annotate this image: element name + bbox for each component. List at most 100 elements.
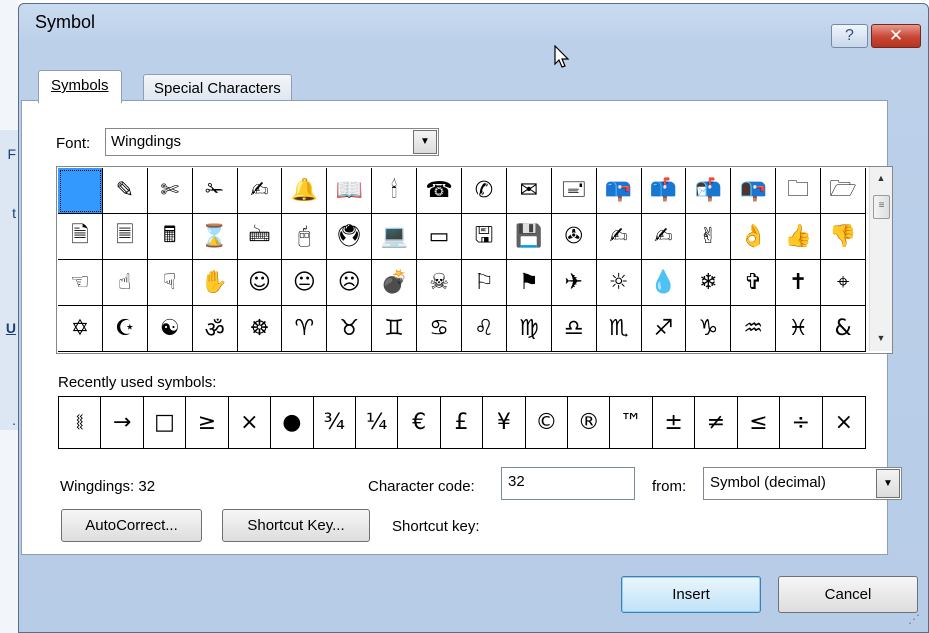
recent-symbol-cell[interactable]: ⧛ (59, 397, 102, 448)
symbol-cell[interactable]: ♓ (776, 306, 822, 352)
recent-symbol-cell[interactable]: → (101, 397, 144, 448)
symbol-cell[interactable]: ☝ (102, 260, 148, 306)
symbol-cell[interactable]: ☟ (147, 260, 193, 306)
symbol-cell[interactable]: ✎ (102, 168, 148, 214)
resize-grip-icon[interactable]: ⋰ (908, 612, 920, 626)
symbol-cell[interactable]: 💧 (641, 260, 687, 306)
symbol-cell[interactable]: ✄ (147, 168, 193, 214)
symbol-cell[interactable]: ॐ (192, 306, 238, 352)
symbol-cell[interactable]: 🖲 (327, 214, 373, 260)
recent-symbol-cell[interactable]: ® (568, 397, 611, 448)
symbol-cell[interactable]: ☯ (147, 306, 193, 352)
recent-symbol-cell[interactable]: × (823, 397, 865, 448)
symbol-cell[interactable]: 🔔 (282, 168, 328, 214)
symbol-cell[interactable]: 💾 (506, 214, 552, 260)
symbol-cell[interactable]: ❄ (686, 260, 732, 306)
symbol-cell[interactable]: ♒ (731, 306, 777, 352)
symbol-cell[interactable]: ✈ (551, 260, 597, 306)
symbol-cell[interactable]: ✍ (596, 214, 642, 260)
symbol-cell[interactable]: ✋ (192, 260, 238, 306)
symbol-cell[interactable]: 🖫 (462, 214, 507, 260)
cancel-button[interactable]: Cancel (778, 576, 918, 613)
symbol-cell[interactable] (58, 168, 103, 214)
symbol-cell[interactable]: & (821, 306, 866, 352)
symbol-cell[interactable]: 💻 (372, 214, 418, 260)
symbol-cell[interactable]: ♊ (372, 306, 418, 352)
symbol-cell[interactable]: ☼ (596, 260, 642, 306)
symbol-cell[interactable]: ☎ (417, 168, 462, 214)
symbol-cell[interactable]: 💣 (372, 260, 418, 306)
symbol-cell[interactable]: ☸ (237, 306, 283, 352)
symbol-cell[interactable]: ☹ (327, 260, 373, 306)
symbol-cell[interactable]: 📖 (327, 168, 373, 214)
recently-used-symbols[interactable]: ⧛ → □ ≥ × ● ¾ ¼ € £ ¥ © ® ™ ± ≠ ≤ ÷ × (58, 396, 866, 449)
scroll-down-arrow-icon[interactable]: ▼ (870, 333, 892, 343)
font-dropdown[interactable]: Wingdings ▼ (105, 128, 439, 156)
recent-symbol-cell[interactable]: ¥ (483, 397, 526, 448)
from-dropdown[interactable]: Symbol (decimal) ▼ (703, 467, 902, 500)
symbol-cell[interactable]: ✝ (776, 260, 822, 306)
recent-symbol-cell[interactable]: × (229, 397, 272, 448)
symbol-cell[interactable]: 🗏 (102, 214, 148, 260)
scroll-up-arrow-icon[interactable]: ▲ (870, 173, 892, 183)
chevron-down-icon[interactable]: ▼ (876, 469, 900, 498)
symbol-cell[interactable]: 🖃 (551, 168, 597, 214)
shortcut-key-button[interactable]: Shortcut Key... (222, 509, 370, 542)
autocorrect-button[interactable]: AutoCorrect... (61, 509, 202, 542)
recent-symbol-cell[interactable]: ™ (610, 397, 653, 448)
symbol-cell[interactable]: ✍ (237, 168, 283, 214)
symbol-cell[interactable]: 🖩 (147, 214, 193, 260)
close-button[interactable]: ✕ (871, 24, 921, 48)
symbol-cell[interactable]: ✁ (192, 168, 238, 214)
symbol-cell[interactable]: 🗎 (58, 214, 103, 260)
symbol-cell[interactable]: ✡ (58, 306, 103, 352)
character-code-input[interactable]: 32 (501, 467, 635, 500)
symbol-cell[interactable]: ⚑ (506, 260, 552, 306)
help-button[interactable]: ? (831, 24, 868, 48)
symbol-cell[interactable]: ☪ (102, 306, 148, 352)
symbol-cell[interactable]: 📫 (641, 168, 687, 214)
recent-symbol-cell[interactable]: ≥ (186, 397, 229, 448)
symbol-cell[interactable]: 📭 (731, 168, 777, 214)
recent-symbol-cell[interactable]: ¾ (314, 397, 356, 448)
symbol-cell[interactable]: ▭ (417, 214, 462, 260)
recent-symbol-cell[interactable]: € (398, 397, 441, 448)
symbol-cell[interactable]: 😐 (282, 260, 328, 306)
recent-symbol-cell[interactable]: ≤ (738, 397, 781, 448)
recent-symbol-cell[interactable]: ¼ (356, 397, 399, 448)
symbol-cell[interactable]: 👎 (821, 214, 866, 260)
symbol-cell[interactable]: ☠ (417, 260, 462, 306)
symbol-cell[interactable]: 🗀 (776, 168, 822, 214)
symbol-cell[interactable]: ⌛ (192, 214, 238, 260)
recent-symbol-cell[interactable]: £ (441, 397, 484, 448)
title-bar[interactable]: Symbol ? ✕ (19, 4, 928, 48)
symbol-cell[interactable]: ♑ (686, 306, 732, 352)
symbol-cell[interactable]: ⚐ (462, 260, 507, 306)
tab-symbols[interactable]: Symbols (38, 70, 122, 103)
symbol-cell[interactable]: ♍ (506, 306, 552, 352)
symbol-cell[interactable]: ♉ (327, 306, 373, 352)
recent-symbol-cell[interactable]: ± (653, 397, 696, 448)
recent-symbol-cell[interactable]: □ (144, 397, 187, 448)
symbol-cell[interactable]: 🖰 (282, 214, 328, 260)
insert-button[interactable]: Insert (621, 576, 761, 613)
chevron-down-icon[interactable]: ▼ (413, 130, 437, 154)
recent-symbol-cell[interactable]: © (526, 397, 569, 448)
symbol-cell[interactable]: ✉ (506, 168, 552, 214)
tab-special-characters[interactable]: Special Characters (143, 74, 292, 102)
symbol-cell[interactable]: ✍ (641, 214, 687, 260)
symbol-cell[interactable]: 👍 (776, 214, 822, 260)
symbol-cell[interactable]: ♌ (462, 306, 507, 352)
scroll-thumb[interactable]: ≡ (873, 195, 890, 219)
symbol-cell[interactable]: 🖮 (237, 214, 283, 260)
symbol-cell[interactable]: ♎ (551, 306, 597, 352)
symbol-cell[interactable]: 👌 (731, 214, 777, 260)
symbol-cell[interactable]: 🗁 (821, 168, 866, 214)
recent-symbol-cell[interactable]: ≠ (695, 397, 738, 448)
symbol-cell[interactable]: 🕯 (372, 168, 418, 214)
symbol-cell[interactable]: ☜ (58, 260, 103, 306)
symbol-grid[interactable]: ✎ ✄ ✁ ✍ 🔔 📖 🕯 ☎ ✆ ✉ 🖃 📪 📫 📬 📭 🗀 🗁 🗎 🗏 🖩 ⌛ 🖮 🖰 🖲 💻 ▭ 🖫 💾 ✇ ✍ ✍ ✌ 👌 👍 👎 ☜ ☝ ☟ ✋ ☺… (58, 168, 866, 352)
symbol-cell[interactable]: ✆ (462, 168, 507, 214)
symbol-cell[interactable]: ♏ (596, 306, 642, 352)
symbol-cell[interactable]: ☺ (237, 260, 283, 306)
